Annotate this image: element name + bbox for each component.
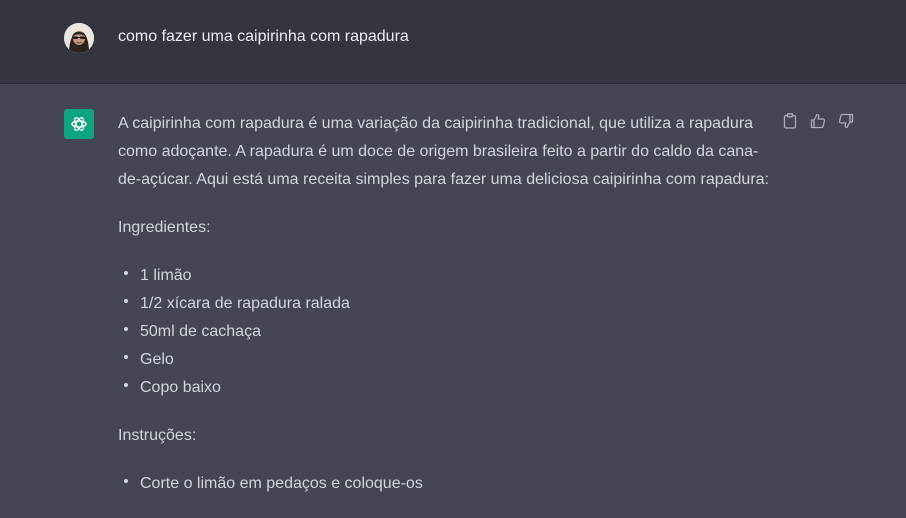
chatgpt-logo-icon [64,109,94,139]
ingredients-list: 1 limão 1/2 xícara de rapadura ralada 50… [118,262,778,402]
list-item: Copo baixo [118,374,778,402]
bullet-icon [124,327,128,331]
list-item: 50ml de cachaça [118,318,778,346]
bullet-icon [124,355,128,359]
list-item: 1/2 xícara de rapadura ralada [118,290,778,318]
message-actions [782,112,854,130]
bullet-icon [124,479,128,483]
clipboard-icon [783,113,797,129]
assistant-message-content: A caipirinha com rapadura é uma variação… [118,110,778,518]
instructions-heading: Instruções: [118,427,197,444]
assistant-message-row: A caipirinha com rapadura é uma variação… [0,84,906,492]
like-button[interactable] [810,112,826,130]
user-avatar [64,23,94,53]
bullet-icon [124,383,128,387]
ingredients-heading: Ingredientes: [118,219,211,236]
avatar-image [64,23,94,53]
list-item: Gelo [118,346,778,374]
user-message-text: como fazer uma caipirinha com rapadura [118,28,409,45]
copy-button[interactable] [782,112,798,130]
thumbs-up-icon [810,113,826,129]
bullet-icon [124,299,128,303]
dislike-button[interactable] [838,112,854,130]
thumbs-down-icon [838,113,854,129]
list-item: 1 limão [118,262,778,290]
instructions-list: Corte o limão em pedaços e coloque-os [118,470,778,498]
user-message-row: como fazer uma caipirinha com rapadura [0,0,906,84]
bullet-icon [124,271,128,275]
intro-paragraph: A caipirinha com rapadura é uma variação… [118,115,769,188]
list-item: Corte o limão em pedaços e coloque-os [118,470,778,498]
